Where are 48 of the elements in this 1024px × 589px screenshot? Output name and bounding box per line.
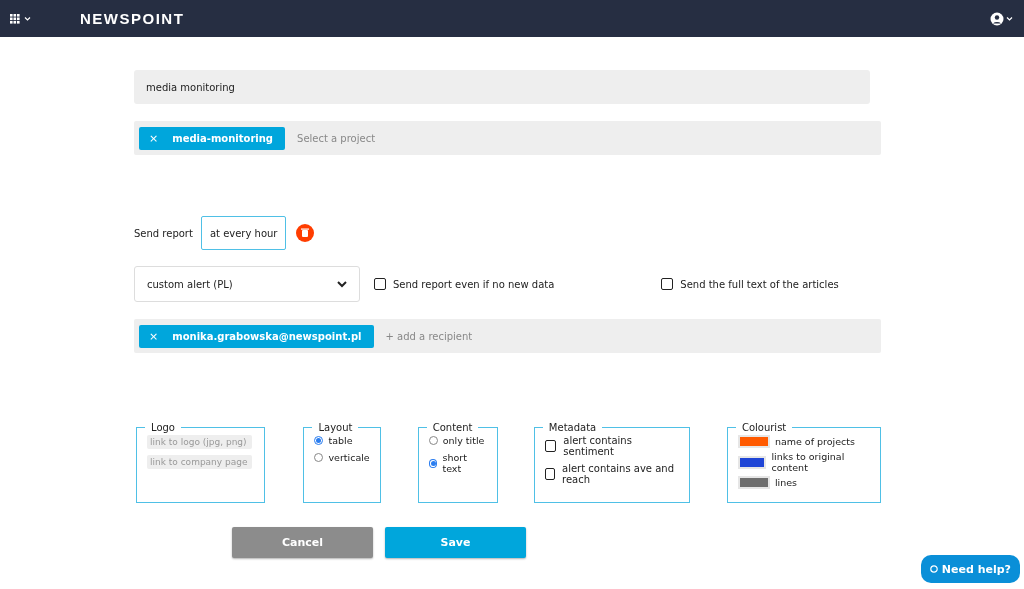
panel-title: Colourist xyxy=(740,422,788,433)
checkbox[interactable] xyxy=(374,278,386,290)
help-button[interactable]: Need help? xyxy=(920,555,1020,583)
recipient-field[interactable]: × monika.grabowska@newspoint.pl + add a recipient xyxy=(134,319,881,353)
user-account-icon[interactable] xyxy=(990,11,1014,26)
panel-title: Metadata xyxy=(547,422,598,433)
radio-button[interactable] xyxy=(428,436,438,445)
link-field[interactable]: link to logo (jpg, png) xyxy=(147,435,252,449)
panel-title: Content xyxy=(431,422,474,433)
colour-swatch[interactable] xyxy=(737,435,770,448)
send-report-label: Send report xyxy=(134,227,193,239)
panel-title: Logo xyxy=(150,422,176,433)
colour-label: links to original content xyxy=(771,451,846,473)
cancel-button[interactable]: Cancel xyxy=(232,527,373,558)
checkbox-label: alert contains sentiment xyxy=(563,435,633,457)
apps-grid-icon[interactable] xyxy=(10,13,32,24)
colour-swatch[interactable] xyxy=(737,476,770,489)
radio-label: table xyxy=(328,435,353,446)
checkbox-label: alert contains ave and reach xyxy=(562,463,675,485)
radio-button[interactable] xyxy=(314,436,324,445)
checkbox[interactable] xyxy=(544,440,557,452)
circle-icon xyxy=(929,565,938,573)
template-dropdown[interactable]: custom alert (PL) xyxy=(134,266,360,302)
alert-name-field[interactable]: media monitoring xyxy=(134,70,870,104)
panel-title: Layout xyxy=(317,422,354,433)
recipient-placeholder: + add a recipient xyxy=(385,330,473,342)
radio-button[interactable] xyxy=(428,458,438,468)
chevron-down-icon xyxy=(337,280,347,288)
radio-label: verticale xyxy=(328,452,370,463)
checkbox[interactable] xyxy=(661,278,674,290)
checkbox-label: Send the full text of the articles xyxy=(680,278,839,290)
radio-button[interactable] xyxy=(314,453,324,462)
checkbox-label: Send report even if no new data xyxy=(393,278,555,290)
project-select[interactable]: × media-monitoring Select a project xyxy=(134,121,881,155)
recipient-tag[interactable]: × monika.grabowska@newspoint.pl xyxy=(139,324,374,348)
save-button[interactable]: Save xyxy=(385,527,526,558)
schedule-field[interactable]: at every hour xyxy=(200,216,287,250)
colour-label: lines xyxy=(774,477,797,488)
radio-label: only title xyxy=(442,435,485,446)
checkbox[interactable] xyxy=(544,468,556,480)
radio-label: short text xyxy=(442,452,468,474)
project-tag[interactable]: × media-monitoring xyxy=(139,126,286,150)
project-placeholder: Select a project xyxy=(297,132,376,144)
link-field[interactable]: link to company page xyxy=(147,455,252,469)
logo: NEWSPOINT xyxy=(80,10,185,27)
delete-icon[interactable] xyxy=(296,224,315,242)
colour-label: name of projects xyxy=(774,436,855,447)
colour-swatch[interactable] xyxy=(737,455,767,469)
